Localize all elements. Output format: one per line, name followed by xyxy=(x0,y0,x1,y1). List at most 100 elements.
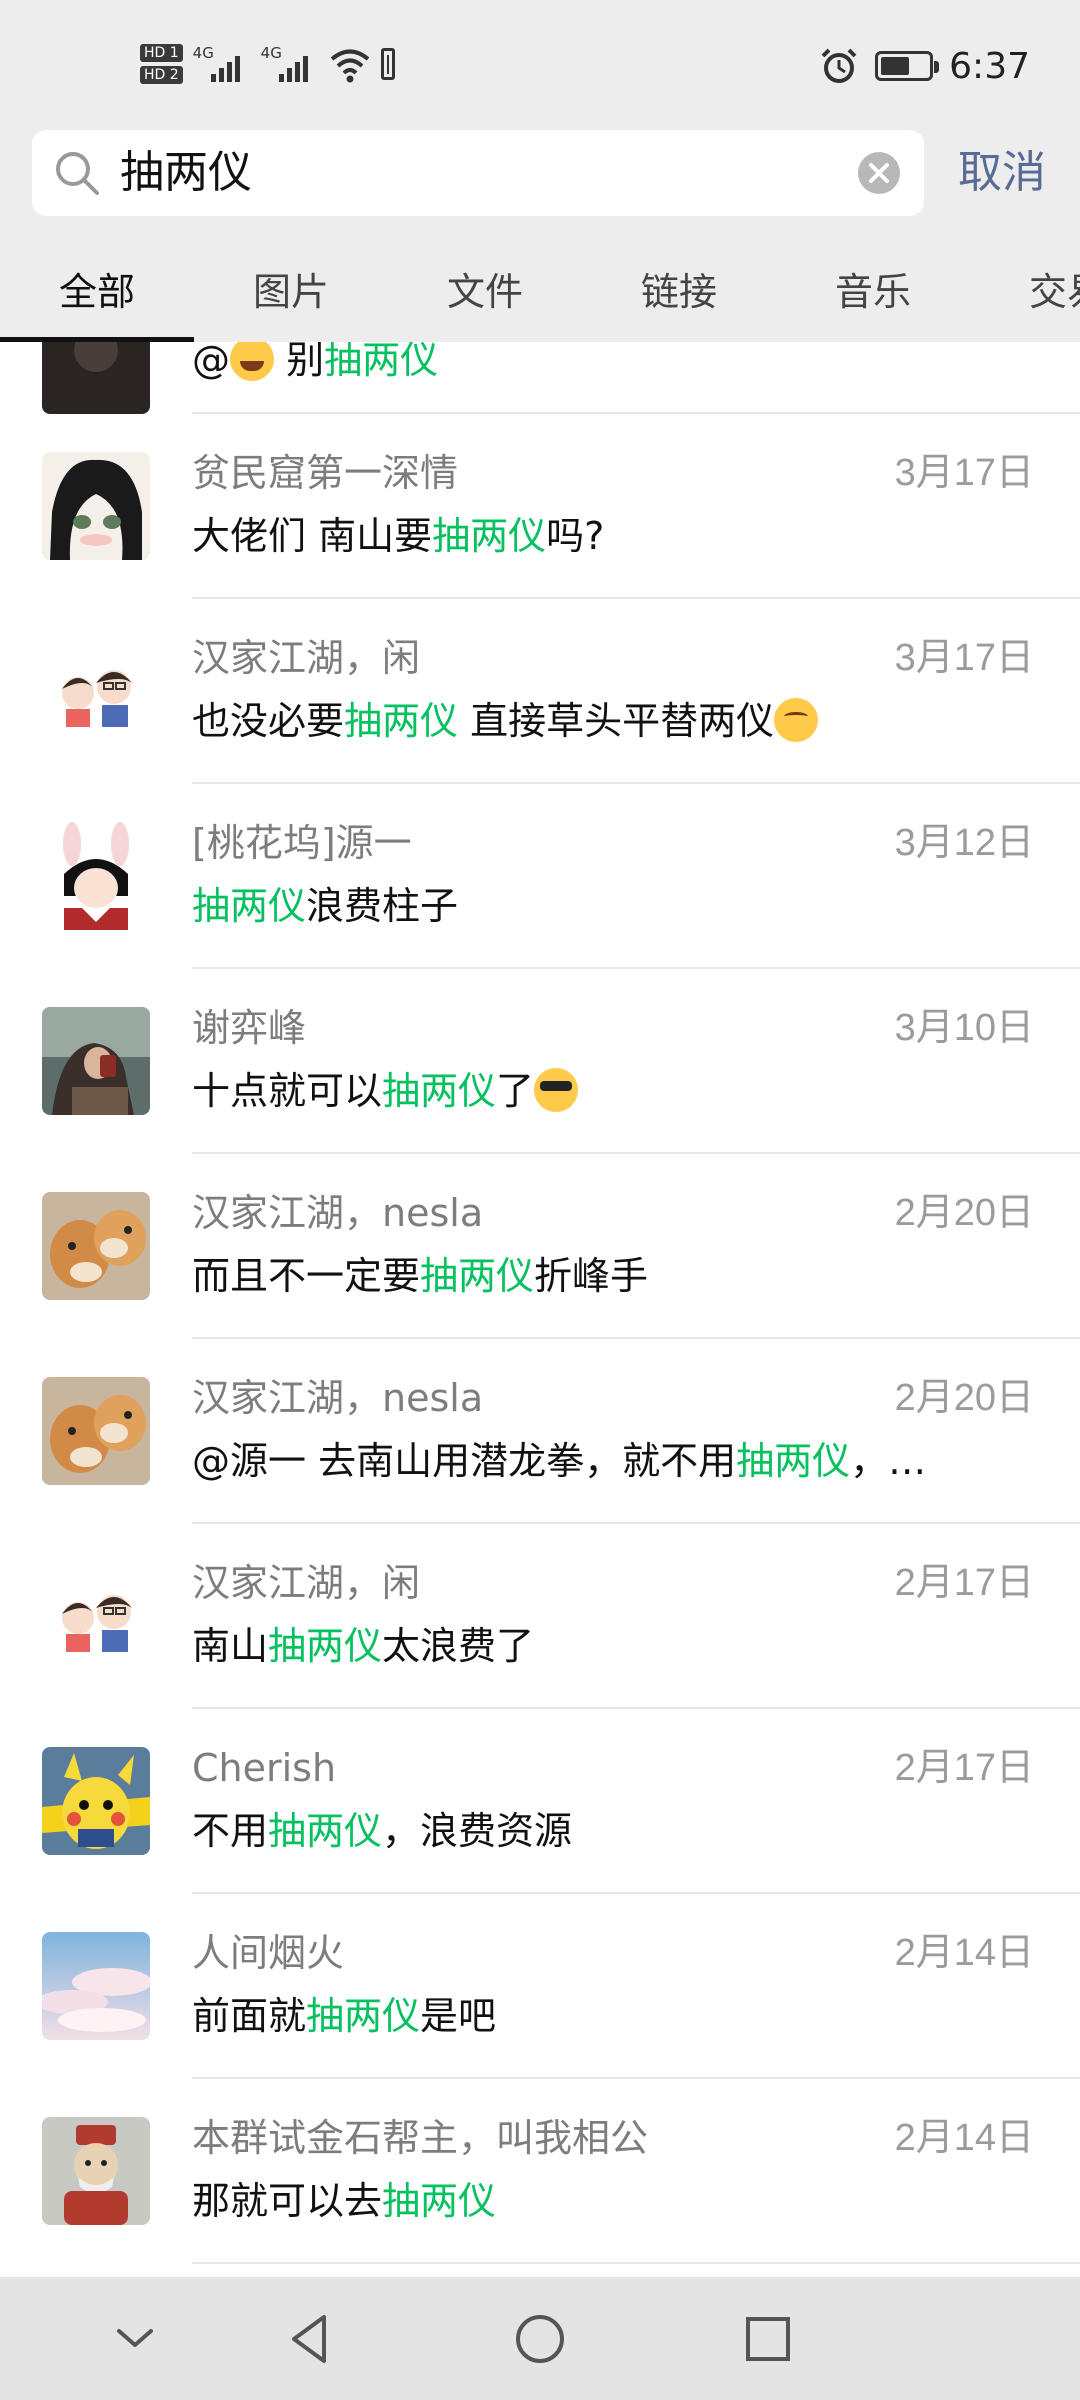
status-left: HD 1 HD 2 4G 4G xyxy=(140,34,395,94)
battery-icon xyxy=(875,51,940,81)
snippet-text: ，浪费资源 xyxy=(382,1809,573,1853)
search-bar: 抽两仪 取消 xyxy=(0,130,1080,240)
search-query[interactable]: 抽两仪 xyxy=(120,146,252,200)
search-highlight: 抽两仪 xyxy=(306,1994,421,2038)
search-highlight: 抽两仪 xyxy=(268,1624,383,1668)
message-snippet: 十点就可以抽两仪了 xyxy=(192,1067,972,1115)
search-result-item[interactable]: 谢弈峰 3月10日 十点就可以抽两仪了 xyxy=(0,969,1080,1154)
cancel-button[interactable]: 取消 xyxy=(958,146,1046,200)
search-result-item[interactable]: 汉家江湖，nesla 2月20日 @源一 去南山用潜龙拳，就不用抽两仪，… xyxy=(0,1339,1080,1524)
message-date: 2月20日 xyxy=(894,1192,1034,1234)
snippet-text: 那就可以去 xyxy=(192,2179,383,2223)
search-input[interactable]: 抽两仪 xyxy=(32,130,924,216)
status-bar: HD 1 HD 2 4G 4G 6:37 xyxy=(0,0,1080,130)
snippet-text: 太浪费了 xyxy=(382,1624,535,1668)
snippet-text: @ xyxy=(192,342,230,382)
snippet-text: ，… xyxy=(850,1439,927,1483)
search-highlight: 抽两仪 xyxy=(736,1439,851,1483)
sender-name: 本群试金石帮主，叫我相公 xyxy=(192,2116,649,2160)
avatar[interactable] xyxy=(42,1747,150,1855)
snippet-text: 别 xyxy=(274,342,325,382)
wifi-icon xyxy=(330,49,369,83)
home-icon[interactable] xyxy=(510,2309,570,2369)
filter-tabs: 全部图片文件链接音乐交易 xyxy=(0,240,1080,342)
avatar[interactable] xyxy=(42,822,150,930)
divider xyxy=(192,2262,1080,2264)
sender-name: 汉家江湖，闲 xyxy=(192,1561,421,1605)
search-highlight: 抽两仪 xyxy=(382,1069,497,1113)
avatar[interactable] xyxy=(42,2117,150,2225)
clear-icon[interactable] xyxy=(856,150,902,196)
avatar[interactable] xyxy=(42,637,150,745)
message-snippet: 大佬们 南山要抽两仪吗? xyxy=(192,512,972,560)
search-highlight: 抽两仪 xyxy=(192,884,307,928)
sender-name: [桃花坞]源一 xyxy=(192,821,412,865)
tab-2[interactable]: 文件 xyxy=(388,240,582,342)
message-snippet: @ 别抽两仪 xyxy=(192,342,972,384)
search-result-item[interactable]: @ 别抽两仪 xyxy=(0,342,1080,414)
avatar[interactable] xyxy=(42,1932,150,2040)
search-result-item[interactable]: [桃花坞]源一 3月12日抽两仪浪费柱子 xyxy=(0,784,1080,969)
search-icon xyxy=(56,152,99,195)
message-snippet: 前面就抽两仪是吧 xyxy=(192,1992,972,2040)
search-result-item[interactable]: 汉家江湖，闲 3月17日也没必要抽两仪 直接草头平替两仪 xyxy=(0,599,1080,784)
snippet-text: 浪费柱子 xyxy=(306,884,459,928)
search-result-item[interactable]: 汉家江湖，nesla 2月20日 而且不一定要抽两仪折峰手 xyxy=(0,1154,1080,1339)
message-date: 2月17日 xyxy=(894,1562,1034,1604)
message-date: 3月17日 xyxy=(894,452,1034,494)
avatar[interactable] xyxy=(42,1192,150,1300)
snippet-text: 十点就可以 xyxy=(192,1069,383,1113)
message-date: 3月17日 xyxy=(894,637,1034,679)
search-result-item[interactable]: 人间烟火 2月14日 前面就抽两仪是吧 xyxy=(0,1894,1080,2079)
message-date: 2月14日 xyxy=(894,2117,1034,2159)
message-date: 2月14日 xyxy=(894,1932,1034,1974)
chevron-down-icon[interactable] xyxy=(105,2309,165,2369)
tab-0[interactable]: 全部 xyxy=(0,240,194,342)
avatar[interactable] xyxy=(42,1007,150,1115)
tab-1[interactable]: 图片 xyxy=(194,240,388,342)
message-snippet: 南山抽两仪太浪费了 xyxy=(192,1622,972,1670)
snippet-text: 而且不一定要 xyxy=(192,1254,421,1298)
signal-icon: 4G xyxy=(261,44,319,84)
snippet-text: 吗? xyxy=(546,514,605,558)
search-result-item[interactable]: 汉家江湖，闲 2月17日南山抽两仪太浪费了 xyxy=(0,1524,1080,1709)
search-result-item[interactable]: Cherish 2月17日 不用抽两仪，浪费资源 xyxy=(0,1709,1080,1894)
system-nav-bar xyxy=(0,2277,1080,2400)
sim-battery-icon xyxy=(380,48,395,80)
search-results-list: @ 别抽两仪 贫民窟第一深情 3月17日 大佬们 南山要抽两仪吗? 汉家江湖，闲 3月17… xyxy=(0,342,1080,2277)
signal-icon: 4G xyxy=(193,44,251,84)
sender-name: 汉家江湖，闲 xyxy=(192,636,421,680)
sender-name: 谢弈峰 xyxy=(192,1006,307,1050)
avatar[interactable] xyxy=(42,452,150,560)
snippet-text: 也没必要 xyxy=(192,699,345,743)
message-date: 2月17日 xyxy=(894,1747,1034,1789)
snippet-text: 直接草头平替两仪 xyxy=(458,699,775,743)
tab-3[interactable]: 链接 xyxy=(582,240,776,342)
emoji-icon xyxy=(534,1068,579,1112)
sim-indicator: HD 1 HD 2 xyxy=(140,44,183,84)
emoji-icon xyxy=(774,698,819,742)
search-result-item[interactable]: 本群试金石帮主，叫我相公 2月14日 那就可以去抽两仪 xyxy=(0,2079,1080,2264)
snippet-text: 了 xyxy=(496,1069,535,1113)
message-date: 3月12日 xyxy=(894,822,1034,864)
message-date: 2月20日 xyxy=(894,1377,1034,1419)
tab-4[interactable]: 音乐 xyxy=(776,240,970,342)
snippet-text: 南山 xyxy=(192,1624,269,1668)
search-result-item[interactable]: 贫民窟第一深情 3月17日 大佬们 南山要抽两仪吗? xyxy=(0,414,1080,599)
back-icon[interactable] xyxy=(280,2309,340,2369)
snippet-text: 大佬们 南山要 xyxy=(192,514,433,558)
search-highlight: 抽两仪 xyxy=(420,1254,535,1298)
clock: 6:37 xyxy=(949,45,1030,87)
snippet-text: 折峰手 xyxy=(534,1254,649,1298)
avatar[interactable] xyxy=(42,1377,150,1485)
message-snippet: 抽两仪浪费柱子 xyxy=(192,882,972,930)
tab-5[interactable]: 交易 xyxy=(970,240,1080,342)
search-highlight: 抽两仪 xyxy=(432,514,547,558)
avatar[interactable] xyxy=(42,1562,150,1670)
recents-icon[interactable] xyxy=(738,2309,798,2369)
avatar[interactable] xyxy=(42,342,150,414)
message-snippet: 不用抽两仪，浪费资源 xyxy=(192,1807,972,1855)
search-highlight: 抽两仪 xyxy=(344,699,459,743)
snippet-text: @源一 去南山用潜龙拳，就不用 xyxy=(192,1439,737,1483)
search-highlight: 抽两仪 xyxy=(324,342,439,382)
